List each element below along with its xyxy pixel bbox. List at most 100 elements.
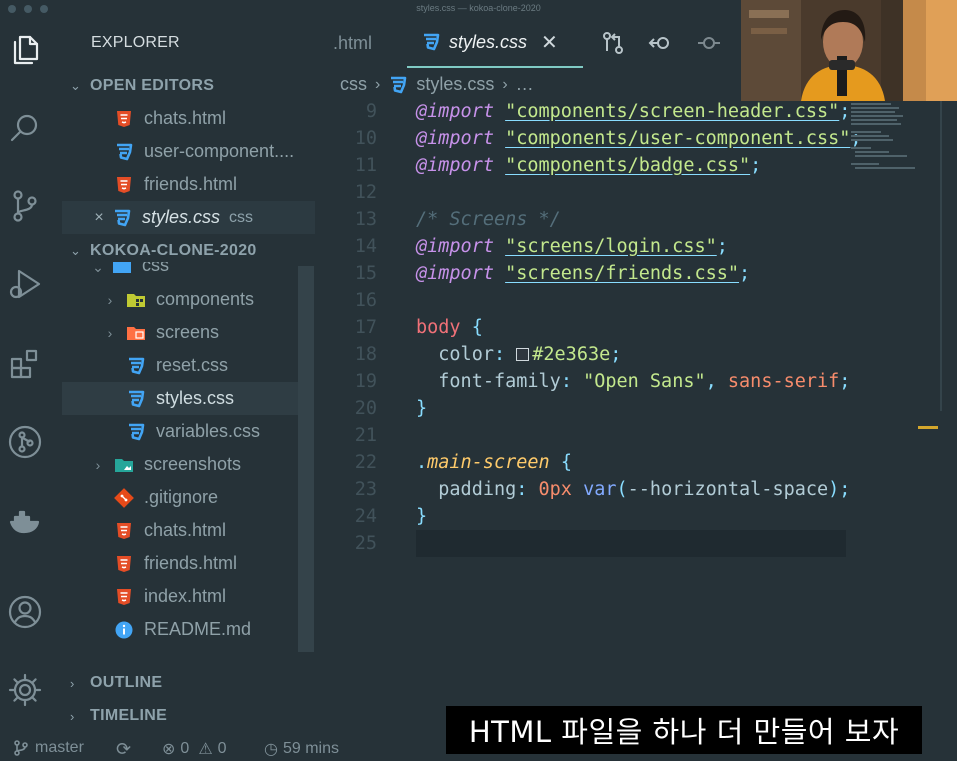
tree-file-row[interactable]: .gitignore xyxy=(114,481,314,514)
code-token: . xyxy=(416,452,428,473)
git-graph-activity-button[interactable] xyxy=(5,422,45,462)
tab-html[interactable]: .html xyxy=(315,18,390,68)
tree-file-row[interactable]: reset.css xyxy=(126,349,316,382)
code-line[interactable]: 20} xyxy=(315,395,957,422)
time-value: 59 mins xyxy=(282,740,339,757)
code-line[interactable]: 16 xyxy=(315,287,957,314)
close-tab-icon[interactable]: ✕ xyxy=(541,30,558,55)
project-section-header[interactable]: ⌄ KOKOA-CLONE-2020 xyxy=(70,242,257,260)
code-line[interactable]: 22 .main-screen { xyxy=(315,449,957,476)
open-editors-label: OPEN EDITORS xyxy=(90,77,215,94)
open-editor-label: friends.html xyxy=(144,174,238,194)
chevron-right-icon: › xyxy=(70,675,75,691)
problems-status[interactable]: ⊗ 0 ⚠ 0 xyxy=(162,739,227,759)
breadcrumb-more[interactable]: … xyxy=(516,74,534,95)
open-changes-icon[interactable] xyxy=(600,30,626,56)
breadcrumb-folder[interactable]: css xyxy=(340,74,367,95)
breadcrumb-file[interactable]: styles.css xyxy=(416,74,494,95)
line-number: 18 xyxy=(354,344,377,365)
code-token: ; xyxy=(610,344,622,365)
code-token: font-family xyxy=(438,371,561,392)
code-line[interactable]: 17 body { xyxy=(315,314,957,341)
sync-status[interactable]: ⟳ xyxy=(116,739,131,760)
tree-folder-row[interactable]: › screens xyxy=(102,316,312,349)
code-line[interactable]: 23 padding: 0px var(--horizontal-space); xyxy=(315,476,957,503)
timeline-section-header[interactable]: › TIMELINE xyxy=(70,707,167,725)
activity-bar xyxy=(0,18,50,736)
tab-label: .html xyxy=(332,32,372,53)
close-icon[interactable]: × xyxy=(90,209,108,227)
error-icon: ⊗ xyxy=(162,741,176,758)
extensions-activity-button[interactable] xyxy=(5,344,45,384)
code-text: @import "components/badge.css"; xyxy=(416,152,761,179)
code-editor[interactable]: 9 @import "components/screen-header.css";… xyxy=(315,98,957,738)
open-editor-item[interactable]: user-component.... xyxy=(114,135,314,168)
code-line[interactable]: 21 xyxy=(315,422,957,449)
branch-status[interactable]: master xyxy=(12,739,84,757)
settings-activity-button[interactable] xyxy=(5,670,45,710)
sidebar-scrollbar[interactable] xyxy=(298,266,314,652)
tab-styles-css[interactable]: styles.css ✕ xyxy=(407,18,583,68)
time-tracker-status[interactable]: ◷ 59 mins xyxy=(264,739,339,759)
line-number: 17 xyxy=(354,317,377,338)
css-file-icon xyxy=(126,389,146,409)
minimap[interactable] xyxy=(849,101,939,181)
tree-file-row[interactable]: friends.html xyxy=(114,547,314,580)
code-line[interactable]: 14 @import "screens/login.css"; xyxy=(315,233,957,260)
line-number: 23 xyxy=(354,479,377,500)
code-token: @import xyxy=(416,236,494,257)
open-editor-item[interactable]: friends.html xyxy=(114,168,314,201)
code-line[interactable]: 25 xyxy=(315,530,957,557)
tree-file-row-selected[interactable]: styles.css xyxy=(62,382,298,415)
tree-file-row[interactable]: chats.html xyxy=(114,514,314,547)
chevron-right-icon: › xyxy=(375,75,381,93)
search-activity-button[interactable] xyxy=(5,108,45,148)
account-icon xyxy=(8,595,42,629)
tree-file-row[interactable]: variables.css xyxy=(126,415,316,448)
code-token: "components/user-component.css" xyxy=(505,128,851,149)
chevron-right-icon: › xyxy=(107,324,113,341)
open-editors-section-header[interactable]: ⌄ OPEN EDITORS xyxy=(70,77,214,95)
code-line[interactable]: 19 font-family: "Open Sans", sans-serif; xyxy=(315,368,957,395)
code-token: ; xyxy=(716,236,728,257)
explorer-activity-button[interactable] xyxy=(5,30,45,70)
warning-icon: ⚠ xyxy=(198,741,213,758)
tree-item-label: README.md xyxy=(144,619,252,639)
code-token: sans-serif xyxy=(727,371,840,392)
overview-ruler[interactable] xyxy=(940,101,942,411)
code-line[interactable]: 18 color: #2e363e; xyxy=(315,341,957,368)
outline-label: OUTLINE xyxy=(90,674,163,691)
outline-section-header[interactable]: › OUTLINE xyxy=(70,674,162,692)
go-forward-icon[interactable] xyxy=(696,30,722,56)
run-debug-activity-button[interactable] xyxy=(5,264,45,304)
tree-item-label: variables.css xyxy=(156,421,261,441)
code-line[interactable]: 12 xyxy=(315,179,957,206)
tree-file-row[interactable]: README.md xyxy=(114,613,314,646)
code-line[interactable]: 15 @import "screens/friends.css"; xyxy=(315,260,957,287)
tree-folder-row[interactable]: › screenshots xyxy=(90,448,310,481)
code-line[interactable]: 24} xyxy=(315,503,957,530)
docker-activity-button[interactable] xyxy=(5,502,45,542)
folder-row-partial[interactable]: ⌄ css xyxy=(90,262,290,276)
line-number: 21 xyxy=(354,425,377,446)
project-label: KOKOA-CLONE-2020 xyxy=(90,242,257,259)
sync-icon: ⟳ xyxy=(116,739,132,759)
source-control-activity-button[interactable] xyxy=(5,186,45,226)
code-token: : xyxy=(493,344,517,365)
account-activity-button[interactable] xyxy=(5,592,45,632)
code-token: : xyxy=(560,371,584,392)
tree-item-label: .gitignore xyxy=(144,487,219,507)
tree-item-label: components xyxy=(156,289,255,309)
line-number: 13 xyxy=(354,209,377,230)
code-line[interactable]: 13 /* Screens */ xyxy=(315,206,957,233)
tree-folder-row[interactable]: › components xyxy=(102,283,312,316)
chevron-down-icon: ⌄ xyxy=(70,243,82,258)
open-editor-item[interactable]: chats.html xyxy=(114,102,314,135)
color-swatch xyxy=(516,348,530,361)
open-editor-item-active[interactable]: × styles.css css xyxy=(62,201,315,234)
go-back-icon[interactable] xyxy=(648,30,674,56)
tree-file-row[interactable]: index.html xyxy=(114,580,314,613)
